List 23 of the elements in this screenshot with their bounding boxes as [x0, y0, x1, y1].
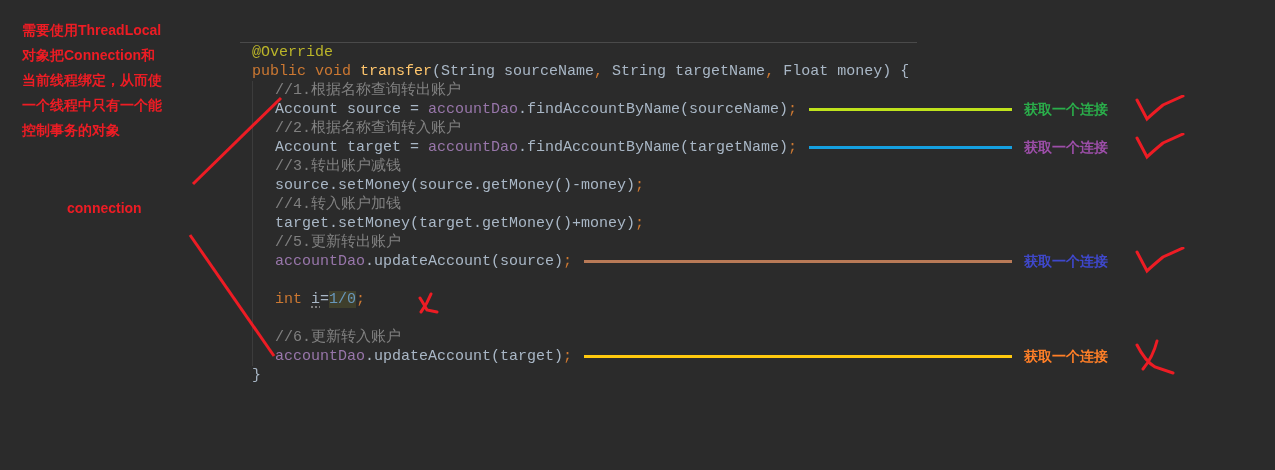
code-comment: //3.转出账户减钱: [275, 157, 401, 176]
connection-label: connection: [67, 199, 142, 218]
code-line: Account target = accountDao.findAccountByName(targetName);: [275, 138, 798, 157]
code-line: accountDao.updateAccount(source);: [275, 252, 573, 271]
code-line: accountDao.updateAccount(target);: [275, 347, 573, 366]
connection-note: 获取一个连接: [1024, 252, 1109, 271]
code-line: @Override: [252, 43, 333, 62]
code-line: }: [252, 366, 261, 385]
code-line: int i=1/0;: [275, 290, 366, 309]
code-line: target.setMoney(target.getMoney()+money);: [275, 214, 645, 233]
connection-note: 获取一个连接: [1024, 100, 1109, 119]
code-comment: //4.转入账户加钱: [275, 195, 401, 214]
code-comment: //1.根据名称查询转出账户: [275, 81, 461, 100]
connection-note: 获取一个连接: [1024, 347, 1109, 366]
code-comment: //2.根据名称查询转入账户: [275, 119, 461, 138]
connection-note: 获取一个连接: [1024, 138, 1109, 157]
code-line: Account source = accountDao.findAccountByName(sourceName);: [275, 100, 798, 119]
code-comment: //6.更新转入账户: [275, 328, 401, 347]
code-line: public void transfer(String sourceName, String targetName, Float money) {: [252, 62, 910, 81]
annotation-note: 需要使用ThreadLocal 对象把Connection和 当前线程绑定，从而使 一个线程中只有一个能 控制事务的对象: [22, 21, 163, 140]
cross-mark-icon: [417, 292, 439, 314]
code-line: source.setMoney(source.getMoney()-money);: [275, 176, 645, 195]
code-comment: //5.更新转出账户: [275, 233, 401, 252]
